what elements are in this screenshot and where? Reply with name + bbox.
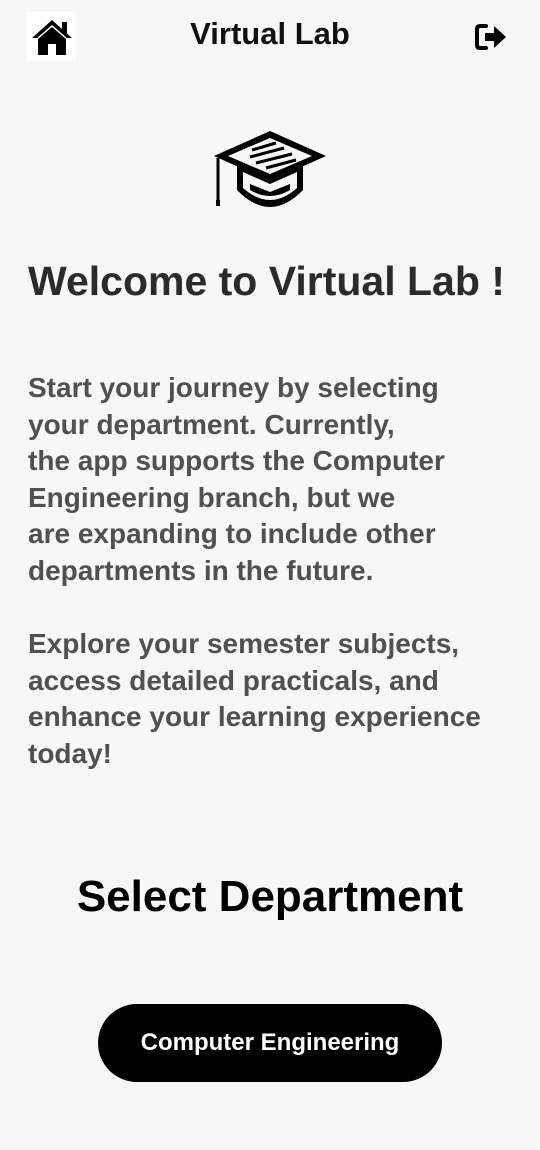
- intro-line: Start your journey by selecting: [28, 372, 439, 403]
- graduation-cap-icon: [214, 131, 326, 207]
- welcome-heading: Welcome to Virtual Lab !: [28, 258, 505, 304]
- intro-line: are expanding to include other: [28, 518, 436, 550]
- logout-button[interactable]: [472, 20, 510, 54]
- intro-line: the app supports the Computer: [28, 445, 445, 477]
- top-app-bar: Virtual Lab: [0, 0, 540, 76]
- intro-paragraph: Start your journey by selecting your dep…: [28, 370, 518, 590]
- screen: Virtual Lab Welcome to Virtual Lab ! Sta…: [0, 0, 540, 1150]
- intro-line: Engineering branch, but we: [28, 481, 396, 513]
- explore-paragraph: Explore your semester subjects, access d…: [28, 626, 518, 772]
- sign-out-icon: [475, 24, 506, 50]
- app-title: Virtual Lab: [190, 16, 350, 51]
- explore-line: today!: [28, 737, 112, 769]
- computer-engineering-button[interactable]: Computer Engineering: [98, 1004, 442, 1082]
- explore-line: Explore your semester subjects,: [28, 628, 460, 659]
- select-department-heading: Select Department: [76, 872, 464, 921]
- explore-line: enhance your learning experience: [28, 701, 481, 733]
- intro-line: departments in the future.: [28, 554, 374, 586]
- explore-line: access detailed practicals, and: [28, 664, 439, 696]
- intro-line: your department. Currently,: [28, 408, 395, 440]
